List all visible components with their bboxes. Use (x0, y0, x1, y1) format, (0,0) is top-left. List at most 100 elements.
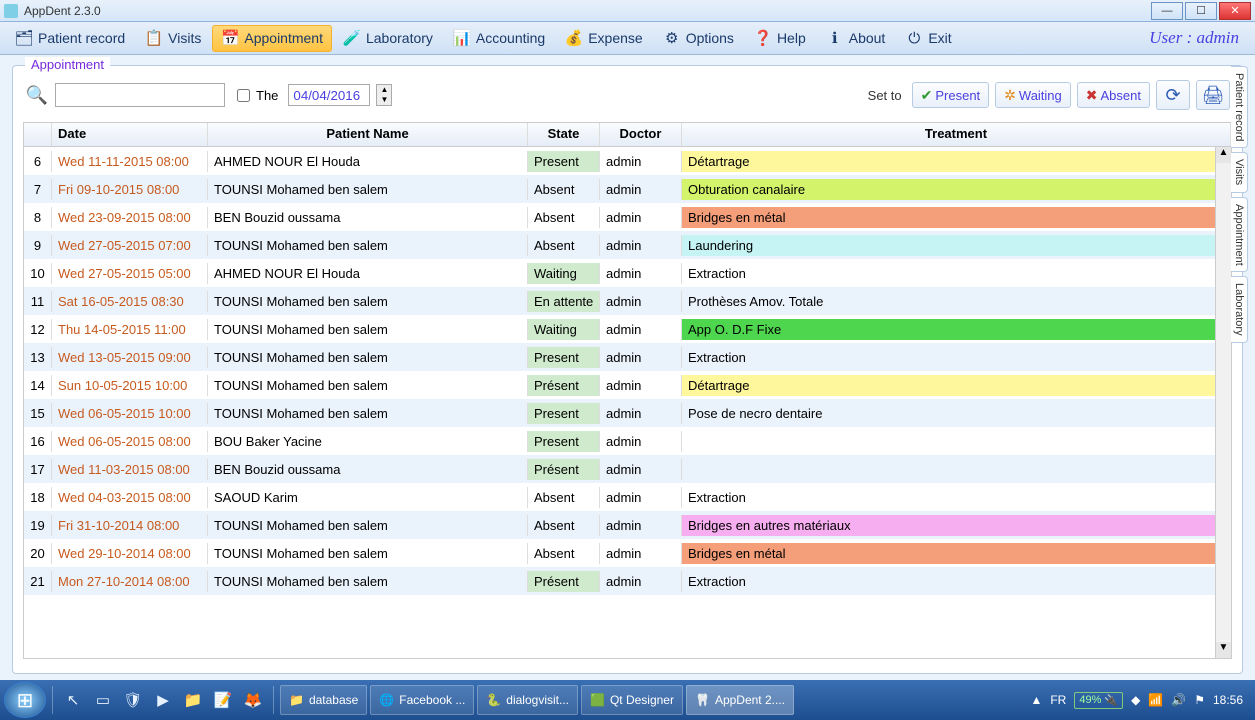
spin-up-icon[interactable]: ▲ (377, 85, 391, 95)
cell-doctor[interactable]: admin (600, 459, 682, 480)
cell-patient[interactable]: TOUNSI Mohamed ben salem (208, 291, 528, 312)
cell-treatment[interactable] (682, 438, 1231, 444)
cell-treatment[interactable]: Bridges en métal (682, 207, 1231, 228)
network-icon[interactable]: 📶 (1148, 693, 1163, 707)
cell-treatment[interactable]: Laundering (682, 235, 1231, 256)
cell-state[interactable]: Absent (528, 543, 600, 564)
date-spinner[interactable]: ▲▼ (376, 84, 392, 106)
cell-treatment[interactable]: Bridges en métal (682, 543, 1231, 564)
cell-state[interactable]: Présent (528, 571, 600, 592)
scroll-down-icon[interactable]: ▼ (1216, 642, 1231, 658)
table-row[interactable]: 11Sat 16-05-2015 08:30TOUNSI Mohamed ben… (24, 287, 1231, 315)
table-row[interactable]: 12Thu 14-05-2015 11:00TOUNSI Mohamed ben… (24, 315, 1231, 343)
table-row[interactable]: 14Sun 10-05-2015 10:00TOUNSI Mohamed ben… (24, 371, 1231, 399)
cell-date[interactable]: Fri 09-10-2015 08:00 (52, 179, 208, 200)
cell-treatment[interactable] (682, 466, 1231, 472)
start-button[interactable]: ⊞ (4, 682, 46, 718)
firefox-icon[interactable]: 🦊 (241, 688, 265, 712)
cell-doctor[interactable]: admin (600, 151, 682, 172)
cell-date[interactable]: Wed 04-03-2015 08:00 (52, 487, 208, 508)
cell-treatment[interactable]: Extraction (682, 263, 1231, 284)
col-rownum[interactable] (24, 123, 52, 146)
player-icon[interactable]: ▶ (151, 688, 175, 712)
cell-doctor[interactable]: admin (600, 487, 682, 508)
spin-down-icon[interactable]: ▼ (377, 95, 391, 105)
toolbar-accounting[interactable]: 📊Accounting (444, 25, 554, 52)
cell-patient[interactable]: TOUNSI Mohamed ben salem (208, 543, 528, 564)
cell-patient[interactable]: TOUNSI Mohamed ben salem (208, 403, 528, 424)
cell-doctor[interactable]: admin (600, 543, 682, 564)
cell-patient[interactable]: TOUNSI Mohamed ben salem (208, 347, 528, 368)
cell-patient[interactable]: TOUNSI Mohamed ben salem (208, 179, 528, 200)
refresh-button[interactable]: ⟳ (1156, 80, 1190, 110)
print-button[interactable]: 🖨 (1196, 80, 1230, 110)
cell-date[interactable]: Wed 06-05-2015 10:00 (52, 403, 208, 424)
col-date[interactable]: Date (52, 123, 208, 146)
cell-patient[interactable]: AHMED NOUR El Houda (208, 151, 528, 172)
cell-doctor[interactable]: admin (600, 515, 682, 536)
vertical-scrollbar[interactable]: ▲ ▼ (1215, 147, 1231, 658)
cell-doctor[interactable]: admin (600, 403, 682, 424)
col-state[interactable]: State (528, 123, 600, 146)
set-absent-button[interactable]: ✖Absent (1077, 82, 1150, 108)
cell-treatment[interactable]: Détartrage (682, 375, 1231, 396)
cell-treatment[interactable]: Bridges en autres matériaux (682, 515, 1231, 536)
cell-treatment[interactable]: Pose de necro dentaire (682, 403, 1231, 424)
table-row[interactable]: 8Wed 23-09-2015 08:00BEN Bouzid oussamaA… (24, 203, 1231, 231)
cell-patient[interactable]: TOUNSI Mohamed ben salem (208, 571, 528, 592)
cell-state[interactable]: En attente (528, 291, 600, 312)
cell-state[interactable]: Absent (528, 487, 600, 508)
cell-date[interactable]: Sat 16-05-2015 08:30 (52, 291, 208, 312)
cell-doctor[interactable]: admin (600, 263, 682, 284)
cell-doctor[interactable]: admin (600, 235, 682, 256)
toolbar-options[interactable]: ⚙Options (654, 25, 743, 52)
toolbar-patient-record[interactable]: 🗂Patient record (6, 25, 134, 52)
cell-treatment[interactable]: Extraction (682, 347, 1231, 368)
table-row[interactable]: 9Wed 27-05-2015 07:00TOUNSI Mohamed ben … (24, 231, 1231, 259)
table-row[interactable]: 20Wed 29-10-2014 08:00TOUNSI Mohamed ben… (24, 539, 1231, 567)
cell-patient[interactable]: BOU Baker Yacine (208, 431, 528, 452)
col-patient-name[interactable]: Patient Name (208, 123, 528, 146)
cell-doctor[interactable]: admin (600, 571, 682, 592)
cell-state[interactable]: Absent (528, 179, 600, 200)
set-waiting-button[interactable]: ✲Waiting (995, 82, 1071, 108)
cell-patient[interactable]: TOUNSI Mohamed ben salem (208, 515, 528, 536)
cell-date[interactable]: Wed 27-05-2015 05:00 (52, 263, 208, 284)
table-row[interactable]: 13Wed 13-05-2015 09:00TOUNSI Mohamed ben… (24, 343, 1231, 371)
sidetab-appointment[interactable]: Appointment (1231, 197, 1248, 273)
maximize-button[interactable]: ☐ (1185, 2, 1217, 20)
task-dialogvisit-[interactable]: 🐍dialogvisit... (477, 685, 578, 715)
task-qt-designer[interactable]: 🟩Qt Designer (581, 685, 683, 715)
sidetab-patient-record[interactable]: Patient record (1231, 66, 1248, 148)
cell-date[interactable]: Fri 31-10-2014 08:00 (52, 515, 208, 536)
table-row[interactable]: 21Mon 27-10-2014 08:00TOUNSI Mohamed ben… (24, 567, 1231, 595)
date-filter-checkbox[interactable] (237, 89, 250, 102)
cell-treatment[interactable]: Prothèses Amov. Totale (682, 291, 1231, 312)
language-indicator[interactable]: FR (1050, 693, 1066, 707)
cell-patient[interactable]: BEN Bouzid oussama (208, 207, 528, 228)
col-treatment[interactable]: Treatment (682, 123, 1231, 146)
cell-doctor[interactable]: admin (600, 207, 682, 228)
table-row[interactable]: 19Fri 31-10-2014 08:00TOUNSI Mohamed ben… (24, 511, 1231, 539)
flag-icon[interactable]: ⚑ (1194, 693, 1205, 707)
task-appdent-[interactable]: 🦷AppDent 2.... (686, 685, 794, 715)
battery-indicator[interactable]: 49%🔌 (1074, 692, 1123, 709)
cell-date[interactable]: Wed 29-10-2014 08:00 (52, 543, 208, 564)
cell-state[interactable]: Absent (528, 515, 600, 536)
cell-date[interactable]: Mon 27-10-2014 08:00 (52, 571, 208, 592)
cell-date[interactable]: Thu 14-05-2015 11:00 (52, 319, 208, 340)
cell-doctor[interactable]: admin (600, 375, 682, 396)
cell-state[interactable]: Present (528, 347, 600, 368)
table-row[interactable]: 17Wed 11-03-2015 08:00BEN Bouzid oussama… (24, 455, 1231, 483)
cell-doctor[interactable]: admin (600, 291, 682, 312)
cell-treatment[interactable]: Détartrage (682, 151, 1231, 172)
cell-treatment[interactable]: Extraction (682, 571, 1231, 592)
sidetab-laboratory[interactable]: Laboratory (1231, 276, 1248, 343)
cell-doctor[interactable]: admin (600, 319, 682, 340)
desktop-icon[interactable]: ▭ (91, 688, 115, 712)
cell-patient[interactable]: SAOUD Karim (208, 487, 528, 508)
table-body[interactable]: 6Wed 11-11-2015 08:00AHMED NOUR El Houda… (24, 147, 1231, 658)
toolbar-appointment[interactable]: 📅Appointment (212, 25, 332, 52)
close-button[interactable]: ✕ (1219, 2, 1251, 20)
toolbar-about[interactable]: ℹAbout (817, 25, 895, 52)
